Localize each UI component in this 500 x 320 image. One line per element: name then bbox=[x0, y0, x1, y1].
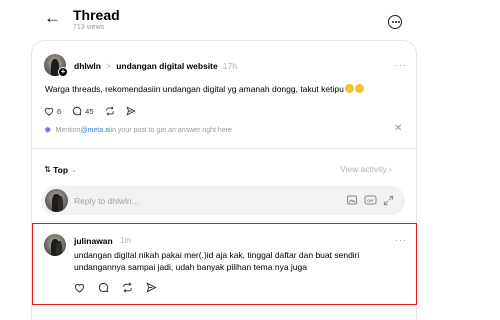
close-hint-button[interactable]: ✕ bbox=[394, 123, 402, 134]
comment-icon[interactable] bbox=[98, 282, 109, 293]
chevron-right-icon: › bbox=[388, 164, 392, 174]
post-header: dhlwln > undangan digital website 17h bbox=[74, 60, 237, 72]
meta-ai-link[interactable]: @meta.ai bbox=[80, 127, 110, 134]
post-actions: 6 45 bbox=[44, 106, 147, 116]
sort-dropdown[interactable]: ⇅ Top ⌄ bbox=[44, 164, 77, 175]
current-user-avatar bbox=[45, 189, 68, 212]
meta-ai-sparkle-icon: ✹ bbox=[44, 125, 52, 135]
thread-header: ← Thread 713 views bbox=[0, 0, 500, 40]
post-body: Warga threads, rekomendasiin undangan di… bbox=[45, 84, 344, 94]
post-community[interactable]: undangan digital website bbox=[116, 61, 218, 71]
send-icon bbox=[125, 106, 136, 116]
sort-label: Top bbox=[53, 164, 69, 175]
comment-author-avatar[interactable] bbox=[44, 234, 66, 256]
meta-ai-hint: ✹ Mention @meta.ai in your post to get a… bbox=[44, 125, 232, 136]
arrow-left-icon: ← bbox=[44, 8, 61, 27]
repost-icon[interactable] bbox=[122, 282, 133, 293]
reply-button[interactable]: 45 bbox=[72, 106, 94, 116]
view-activity-label: View activity bbox=[340, 164, 387, 174]
send-icon[interactable] bbox=[146, 282, 157, 293]
more-options-button[interactable] bbox=[388, 15, 402, 29]
divider bbox=[31, 148, 417, 149]
share-button[interactable] bbox=[125, 106, 136, 116]
sort-icon: ⇅ bbox=[44, 164, 52, 174]
comment-time: 1m bbox=[120, 236, 132, 245]
mention-suffix: in your post to get an answer right here bbox=[110, 127, 232, 134]
follow-plus-icon[interactable]: + bbox=[58, 67, 68, 77]
back-button[interactable]: ← bbox=[44, 8, 64, 27]
reply-input[interactable]: Reply to dhlwln... GIF bbox=[41, 186, 405, 215]
reply-count: 45 bbox=[85, 106, 94, 116]
view-activity-link[interactable]: View activity › bbox=[340, 164, 392, 174]
post-username[interactable]: dhlwln bbox=[74, 61, 101, 71]
expand-icon[interactable] bbox=[383, 195, 394, 206]
heart-icon[interactable] bbox=[74, 283, 85, 293]
heart-icon bbox=[44, 107, 54, 116]
page-title: Thread bbox=[73, 7, 120, 23]
comment-more-button[interactable]: ··· bbox=[395, 235, 407, 245]
comment-text: undangan digital nikah pakai mer(.)id aj… bbox=[74, 250, 360, 272]
post-more-button[interactable]: ··· bbox=[395, 60, 407, 70]
like-button[interactable]: 6 bbox=[44, 107, 61, 116]
repost-button[interactable] bbox=[105, 106, 115, 116]
reply-tools: GIF bbox=[346, 194, 400, 206]
comment-username[interactable]: julinawan bbox=[74, 236, 113, 246]
reply-placeholder: Reply to dhlwln... bbox=[74, 196, 139, 206]
gif-icon[interactable]: GIF bbox=[364, 194, 377, 206]
mention-prefix: Mention bbox=[55, 127, 81, 134]
svg-text:GIF: GIF bbox=[367, 198, 374, 203]
comment-icon bbox=[72, 106, 82, 116]
pleading-face-emoji-icon bbox=[344, 84, 354, 93]
view-count: 713 views bbox=[73, 24, 105, 31]
image-icon[interactable] bbox=[346, 194, 358, 206]
title-block: Thread 713 views bbox=[73, 7, 120, 32]
smiling-face-emoji-icon bbox=[354, 84, 364, 93]
chevron-down-icon: ⌄ bbox=[71, 166, 77, 174]
like-count: 6 bbox=[57, 106, 62, 116]
comment-actions bbox=[74, 282, 170, 293]
repost-icon bbox=[105, 106, 114, 116]
chevron-right-icon: > bbox=[105, 61, 112, 71]
post-time: 17h bbox=[222, 61, 237, 71]
post-text: Warga threads, rekomendasiin undangan di… bbox=[45, 84, 364, 95]
